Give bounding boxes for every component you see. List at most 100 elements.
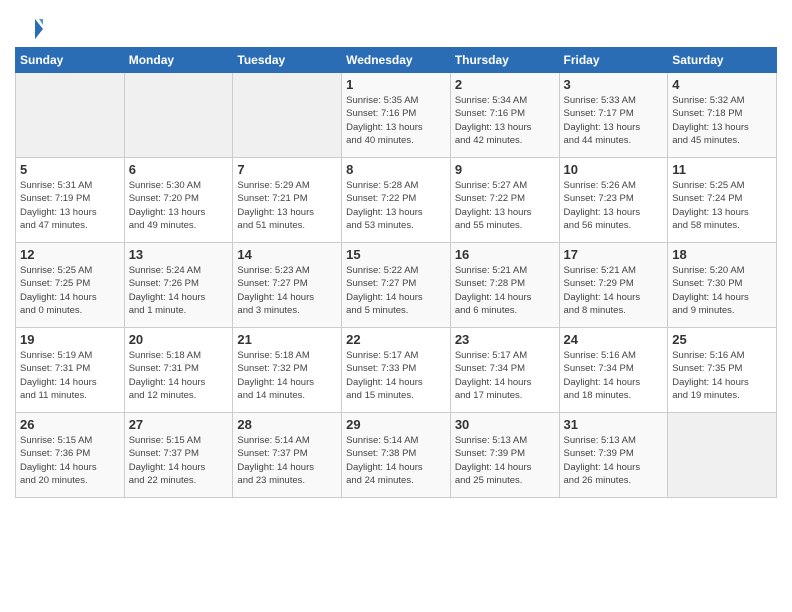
day-info: Sunrise: 5:25 AM Sunset: 7:24 PM Dayligh… [672, 179, 772, 232]
calendar-cell: 3 Sunrise: 5:33 AM Sunset: 7:17 PM Daylig… [559, 73, 668, 158]
day-number: 31 [564, 417, 664, 432]
weekday-header-tuesday: Tuesday [233, 48, 342, 73]
weekday-header-sunday: Sunday [16, 48, 125, 73]
day-number: 23 [455, 332, 555, 347]
calendar-cell: 7 Sunrise: 5:29 AM Sunset: 7:21 PM Daylig… [233, 158, 342, 243]
day-number: 27 [129, 417, 229, 432]
calendar-cell: 6 Sunrise: 5:30 AM Sunset: 7:20 PM Daylig… [124, 158, 233, 243]
weekday-header-thursday: Thursday [450, 48, 559, 73]
day-number: 19 [20, 332, 120, 347]
day-number: 17 [564, 247, 664, 262]
calendar-table: SundayMondayTuesdayWednesdayThursdayFrid… [15, 47, 777, 498]
calendar-cell: 28 Sunrise: 5:14 AM Sunset: 7:37 PM Dayli… [233, 413, 342, 498]
calendar-cell: 27 Sunrise: 5:15 AM Sunset: 7:37 PM Dayli… [124, 413, 233, 498]
day-info: Sunrise: 5:19 AM Sunset: 7:31 PM Dayligh… [20, 349, 120, 402]
weekday-header-wednesday: Wednesday [342, 48, 451, 73]
weekday-header-row: SundayMondayTuesdayWednesdayThursdayFrid… [16, 48, 777, 73]
day-number: 15 [346, 247, 446, 262]
calendar-cell [233, 73, 342, 158]
day-number: 13 [129, 247, 229, 262]
day-number: 20 [129, 332, 229, 347]
calendar-cell: 4 Sunrise: 5:32 AM Sunset: 7:18 PM Daylig… [668, 73, 777, 158]
day-number: 25 [672, 332, 772, 347]
day-info: Sunrise: 5:34 AM Sunset: 7:16 PM Dayligh… [455, 94, 555, 147]
calendar-cell: 12 Sunrise: 5:25 AM Sunset: 7:25 PM Dayli… [16, 243, 125, 328]
calendar-cell: 10 Sunrise: 5:26 AM Sunset: 7:23 PM Dayli… [559, 158, 668, 243]
day-info: Sunrise: 5:26 AM Sunset: 7:23 PM Dayligh… [564, 179, 664, 232]
logo-icon [15, 15, 43, 43]
day-number: 8 [346, 162, 446, 177]
calendar-week-row: 1 Sunrise: 5:35 AM Sunset: 7:16 PM Daylig… [16, 73, 777, 158]
calendar-cell: 2Sunrise: 5:34 AM Sunset: 7:16 PM Daylig… [450, 73, 559, 158]
calendar-cell: 31 Sunrise: 5:13 AM Sunset: 7:39 PM Dayli… [559, 413, 668, 498]
calendar-cell [16, 73, 125, 158]
weekday-header-monday: Monday [124, 48, 233, 73]
day-info: Sunrise: 5:22 AM Sunset: 7:27 PM Dayligh… [346, 264, 446, 317]
day-info: Sunrise: 5:18 AM Sunset: 7:31 PM Dayligh… [129, 349, 229, 402]
day-info: Sunrise: 5:13 AM Sunset: 7:39 PM Dayligh… [564, 434, 664, 487]
calendar-week-row: 12 Sunrise: 5:25 AM Sunset: 7:25 PM Dayli… [16, 243, 777, 328]
day-info: Sunrise: 5:28 AM Sunset: 7:22 PM Dayligh… [346, 179, 446, 232]
day-number: 10 [564, 162, 664, 177]
day-info: Sunrise: 5:15 AM Sunset: 7:36 PM Dayligh… [20, 434, 120, 487]
day-number: 24 [564, 332, 664, 347]
calendar-cell: 26 Sunrise: 5:15 AM Sunset: 7:36 PM Dayli… [16, 413, 125, 498]
calendar-cell: 11Sunrise: 5:25 AM Sunset: 7:24 PM Dayli… [668, 158, 777, 243]
day-info: Sunrise: 5:31 AM Sunset: 7:19 PM Dayligh… [20, 179, 120, 232]
calendar-cell: 8 Sunrise: 5:28 AM Sunset: 7:22 PM Daylig… [342, 158, 451, 243]
day-number: 6 [129, 162, 229, 177]
day-info: Sunrise: 5:23 AM Sunset: 7:27 PM Dayligh… [237, 264, 337, 317]
day-info: Sunrise: 5:21 AM Sunset: 7:28 PM Dayligh… [455, 264, 555, 317]
calendar-cell: 19 Sunrise: 5:19 AM Sunset: 7:31 PM Dayli… [16, 328, 125, 413]
day-number: 14 [237, 247, 337, 262]
calendar-cell: 9 Sunrise: 5:27 AM Sunset: 7:22 PM Daylig… [450, 158, 559, 243]
day-info: Sunrise: 5:20 AM Sunset: 7:30 PM Dayligh… [672, 264, 772, 317]
day-number: 30 [455, 417, 555, 432]
logo [15, 15, 47, 43]
day-info: Sunrise: 5:21 AM Sunset: 7:29 PM Dayligh… [564, 264, 664, 317]
day-info: Sunrise: 5:13 AM Sunset: 7:39 PM Dayligh… [455, 434, 555, 487]
day-info: Sunrise: 5:18 AM Sunset: 7:32 PM Dayligh… [237, 349, 337, 402]
day-info: Sunrise: 5:25 AM Sunset: 7:25 PM Dayligh… [20, 264, 120, 317]
day-info: Sunrise: 5:14 AM Sunset: 7:38 PM Dayligh… [346, 434, 446, 487]
day-number: 3 [564, 77, 664, 92]
day-info: Sunrise: 5:35 AM Sunset: 7:16 PM Dayligh… [346, 94, 446, 147]
day-info: Sunrise: 5:14 AM Sunset: 7:37 PM Dayligh… [237, 434, 337, 487]
calendar-cell [668, 413, 777, 498]
day-info: Sunrise: 5:30 AM Sunset: 7:20 PM Dayligh… [129, 179, 229, 232]
day-info: Sunrise: 5:15 AM Sunset: 7:37 PM Dayligh… [129, 434, 229, 487]
calendar-cell: 21 Sunrise: 5:18 AM Sunset: 7:32 PM Dayli… [233, 328, 342, 413]
day-number: 1 [346, 77, 446, 92]
day-info: Sunrise: 5:17 AM Sunset: 7:33 PM Dayligh… [346, 349, 446, 402]
calendar-cell: 23Sunrise: 5:17 AM Sunset: 7:34 PM Dayli… [450, 328, 559, 413]
day-info: Sunrise: 5:29 AM Sunset: 7:21 PM Dayligh… [237, 179, 337, 232]
day-number: 7 [237, 162, 337, 177]
header [15, 10, 777, 43]
calendar-week-row: 26 Sunrise: 5:15 AM Sunset: 7:36 PM Dayli… [16, 413, 777, 498]
day-number: 9 [455, 162, 555, 177]
day-number: 26 [20, 417, 120, 432]
calendar-cell: 30 Sunrise: 5:13 AM Sunset: 7:39 PM Dayli… [450, 413, 559, 498]
calendar-cell: 25 Sunrise: 5:16 AM Sunset: 7:35 PM Dayli… [668, 328, 777, 413]
calendar-cell: 20 Sunrise: 5:18 AM Sunset: 7:31 PM Dayli… [124, 328, 233, 413]
day-number: 4 [672, 77, 772, 92]
calendar-week-row: 19 Sunrise: 5:19 AM Sunset: 7:31 PM Dayli… [16, 328, 777, 413]
day-info: Sunrise: 5:16 AM Sunset: 7:34 PM Dayligh… [564, 349, 664, 402]
day-number: 29 [346, 417, 446, 432]
day-info: Sunrise: 5:32 AM Sunset: 7:18 PM Dayligh… [672, 94, 772, 147]
day-number: 21 [237, 332, 337, 347]
calendar-cell: 24 Sunrise: 5:16 AM Sunset: 7:34 PM Dayli… [559, 328, 668, 413]
day-number: 5 [20, 162, 120, 177]
day-number: 22 [346, 332, 446, 347]
calendar-cell: 14 Sunrise: 5:23 AM Sunset: 7:27 PM Dayli… [233, 243, 342, 328]
weekday-header-friday: Friday [559, 48, 668, 73]
calendar-week-row: 5 Sunrise: 5:31 AM Sunset: 7:19 PM Daylig… [16, 158, 777, 243]
day-info: Sunrise: 5:33 AM Sunset: 7:17 PM Dayligh… [564, 94, 664, 147]
day-number: 28 [237, 417, 337, 432]
day-info: Sunrise: 5:27 AM Sunset: 7:22 PM Dayligh… [455, 179, 555, 232]
day-number: 12 [20, 247, 120, 262]
day-info: Sunrise: 5:16 AM Sunset: 7:35 PM Dayligh… [672, 349, 772, 402]
calendar-cell: 13 Sunrise: 5:24 AM Sunset: 7:26 PM Dayli… [124, 243, 233, 328]
day-info: Sunrise: 5:24 AM Sunset: 7:26 PM Dayligh… [129, 264, 229, 317]
calendar-cell: 16Sunrise: 5:21 AM Sunset: 7:28 PM Dayli… [450, 243, 559, 328]
